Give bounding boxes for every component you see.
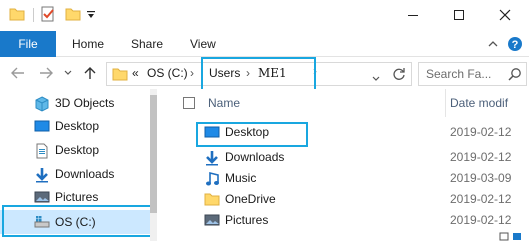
- list-item-pictures[interactable]: Pictures 2019-02-12: [160, 210, 529, 231]
- list-item-onedrive[interactable]: OneDrive 2019-02-12: [160, 189, 529, 210]
- nav-item-pictures[interactable]: Pictures: [0, 186, 150, 208]
- column-header: Name Date modif: [160, 89, 529, 117]
- file-tab[interactable]: File: [0, 31, 56, 57]
- nav-item-label: Desktop: [55, 143, 100, 157]
- breadcrumb-drive[interactable]: OS (C:): [147, 66, 188, 80]
- customize-toolbar-icon[interactable]: [86, 9, 102, 23]
- list-item-downloads[interactable]: Downloads 2019-02-12: [160, 147, 529, 168]
- nav-item-label: Desktop: [55, 119, 100, 133]
- svg-text:?: ?: [512, 39, 519, 51]
- divider: [33, 8, 34, 22]
- address-bar[interactable]: « OS (C:) › Users › ME1 ›: [106, 62, 412, 86]
- item-date: 2019-02-12: [450, 150, 512, 164]
- column-name[interactable]: Name: [208, 96, 240, 110]
- folder-icon: [204, 192, 220, 206]
- list-item-music[interactable]: Music 2019-03-09: [160, 168, 529, 189]
- nav-item-3d-objects[interactable]: 3D Objects: [0, 92, 150, 114]
- search-placeholder: Search Fa...: [426, 67, 492, 81]
- pictures-icon: [204, 213, 220, 227]
- minimize-icon[interactable]: [390, 0, 436, 30]
- item-date: 2019-02-12: [450, 125, 512, 139]
- scroll-thumb[interactable]: [150, 95, 157, 213]
- title-bar: [0, 0, 529, 30]
- item-date: 2019-02-12: [450, 213, 512, 227]
- nav-item-os-drive[interactable]: OS (C:): [0, 210, 150, 234]
- refresh-icon[interactable]: [392, 67, 406, 84]
- search-icon[interactable]: [508, 67, 522, 84]
- desktop-folder-icon: [204, 125, 220, 139]
- item-name: Pictures: [225, 213, 269, 227]
- maximize-icon[interactable]: [436, 0, 482, 30]
- downloads-icon: [34, 167, 50, 183]
- navigation-pane: 3D Objects Desktop Desktop Downloads Pic…: [0, 89, 157, 241]
- tab-share[interactable]: Share: [131, 31, 163, 57]
- up-icon[interactable]: [80, 63, 100, 83]
- properties-icon[interactable]: [40, 6, 56, 22]
- breadcrumb-separator[interactable]: ›: [246, 66, 250, 80]
- folder-icon: [112, 67, 128, 84]
- nav-scrollbar[interactable]: [150, 89, 157, 241]
- item-date: 2019-02-12: [450, 192, 512, 206]
- nav-item-label: Pictures: [55, 190, 99, 204]
- pictures-icon: [34, 190, 50, 204]
- drive-icon: [34, 215, 50, 229]
- breadcrumb-separator[interactable]: ›: [190, 66, 194, 80]
- recent-locations-icon[interactable]: [62, 63, 74, 83]
- item-name: Downloads: [225, 150, 285, 164]
- downloads-icon: [204, 150, 220, 166]
- item-name: Music: [225, 171, 257, 185]
- tab-home[interactable]: Home: [72, 31, 104, 57]
- column-date-modified[interactable]: Date modif: [450, 96, 508, 110]
- breadcrumb-separator[interactable]: ›: [313, 64, 317, 78]
- item-date: 2019-03-09: [450, 171, 512, 185]
- nav-item-label: Downloads: [55, 167, 115, 181]
- tab-view[interactable]: View: [190, 31, 216, 57]
- nav-item-label: OS (C:): [55, 215, 96, 229]
- nav-item-desktop-doc[interactable]: Desktop: [0, 139, 150, 161]
- close-icon[interactable]: [482, 0, 528, 30]
- expand-ribbon-icon[interactable]: [487, 34, 499, 54]
- item-name: OneDrive: [225, 192, 276, 206]
- nav-item-label: 3D Objects: [55, 96, 115, 110]
- nav-item-desktop[interactable]: Desktop: [0, 115, 150, 137]
- breadcrumb-user[interactable]: ME1: [258, 66, 287, 80]
- address-row: « OS (C:) › Users › ME1 › Search Fa...: [0, 57, 529, 91]
- new-folder-icon[interactable]: [65, 7, 81, 21]
- select-all-checkbox[interactable]: [183, 97, 195, 109]
- file-list: Name Date modif Desktop 2019-02-12 Downl…: [160, 89, 529, 241]
- back-icon[interactable]: [8, 63, 28, 83]
- nav-item-downloads[interactable]: Downloads: [0, 163, 150, 185]
- list-item-desktop[interactable]: Desktop 2019-02-12: [160, 122, 529, 143]
- breadcrumb-overflow[interactable]: «: [132, 66, 139, 80]
- 3d-objects-icon: [34, 96, 50, 112]
- ribbon: File Home Share View ?: [0, 30, 529, 57]
- breadcrumb-users[interactable]: Users: [209, 66, 240, 80]
- chevron-down-icon[interactable]: [372, 71, 380, 85]
- search-input[interactable]: Search Fa...: [418, 62, 527, 86]
- desktop-icon: [34, 119, 50, 133]
- view-toggle-icon[interactable]: [499, 230, 523, 241]
- music-icon: [204, 171, 220, 186]
- document-icon: [34, 143, 50, 159]
- forward-icon[interactable]: [36, 63, 56, 83]
- item-name: Desktop: [225, 125, 270, 139]
- folder-icon: [9, 7, 25, 21]
- column-divider[interactable]: [445, 89, 446, 117]
- help-icon[interactable]: ?: [507, 34, 523, 54]
